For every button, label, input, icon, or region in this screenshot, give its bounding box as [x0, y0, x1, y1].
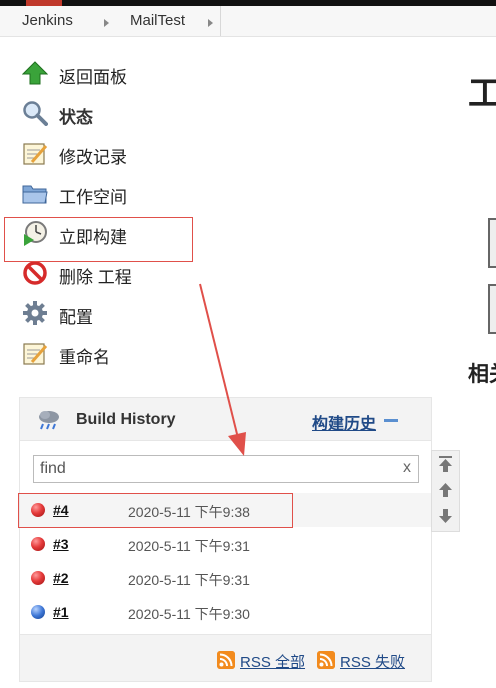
rss-all-label[interactable]: RSS 全部 [240, 651, 305, 672]
breadcrumb-divider [220, 6, 221, 36]
build-history-list: x #4 2020-5-11 下午9:38 #3 2020-5-11 下午9:3… [20, 440, 431, 635]
build-time: 2020-5-11 下午9:30 [128, 606, 250, 622]
sidebar-item-label: 修改记录 [59, 148, 127, 167]
sidebar-item-workspace[interactable]: 工作空间 [22, 180, 222, 208]
failed-status-ball-icon[interactable] [31, 571, 45, 585]
build-search-input[interactable] [40, 459, 390, 479]
up-arrow-icon [22, 61, 48, 85]
build-history-scroll-controls [431, 450, 460, 532]
breadcrumb: Jenkins MailTest [0, 6, 496, 37]
breadcrumb-jenkins[interactable]: Jenkins [22, 12, 73, 29]
rss-feed-icon [317, 651, 335, 669]
notepad-icon [23, 143, 48, 165]
failed-status-ball-icon[interactable] [31, 537, 45, 551]
build-row: #3 2020-5-11 下午9:31 [20, 527, 431, 561]
rss-all-link[interactable]: RSS 全部 [217, 650, 313, 672]
build-trend-link[interactable]: 构建历史 [312, 410, 376, 434]
rss-failed-link[interactable]: RSS 失败 [317, 650, 417, 672]
annotation-arrow [199, 283, 246, 456]
build-row: #1 2020-5-11 下午9:30 [20, 595, 431, 629]
build-weather-icon [39, 411, 59, 430]
build-history-title: Build History [76, 411, 176, 428]
no-entry-icon [23, 261, 47, 285]
scroll-to-top-icon[interactable] [438, 455, 453, 473]
build-number-link[interactable]: #3 [53, 536, 69, 552]
magnifier-icon [23, 101, 48, 126]
sidebar-item-label: 配置 [59, 308, 93, 327]
scroll-down-icon[interactable] [438, 507, 453, 525]
build-time: 2020-5-11 下午9:31 [128, 572, 250, 588]
sidebar-item-back-to-dashboard[interactable]: 返回面板 [22, 60, 222, 88]
search-clear-icon[interactable]: x [403, 459, 411, 477]
sidebar-item-label: 重命名 [59, 348, 110, 367]
rss-feed-icon [217, 651, 235, 669]
section-heading: 相关 [468, 363, 496, 386]
page-title: 工 [468, 75, 496, 113]
breadcrumb-chevron-icon[interactable] [208, 19, 213, 27]
sidebar-item-label: 工作空间 [59, 188, 127, 207]
annotation-box-latest-build [18, 493, 293, 528]
sidebar-item-label: 返回面板 [59, 68, 127, 87]
sidebar-item-label: 删除 工程 [59, 268, 132, 287]
build-number-link[interactable]: #2 [53, 570, 69, 586]
build-row: #2 2020-5-11 下午9:31 [20, 561, 431, 595]
build-number-link[interactable]: #1 [53, 604, 69, 620]
notepad-icon [23, 343, 48, 365]
document-icon [488, 218, 496, 268]
sidebar-item-label: 状态 [59, 108, 93, 127]
folder-icon [22, 185, 48, 204]
sidebar-item-status[interactable]: 状态 [22, 100, 222, 128]
success-status-ball-icon[interactable] [31, 605, 45, 619]
document-icon [488, 284, 496, 334]
scroll-up-icon[interactable] [438, 481, 453, 499]
build-time: 2020-5-11 下午9:31 [128, 538, 250, 554]
collapse-minus-icon[interactable] [384, 419, 398, 422]
breadcrumb-chevron-icon[interactable] [104, 19, 109, 27]
breadcrumb-mailtest[interactable]: MailTest [130, 12, 185, 29]
sidebar-item-changes[interactable]: 修改记录 [22, 140, 222, 168]
annotation-box-build-now [4, 217, 193, 262]
gear-icon [23, 301, 47, 325]
rss-failed-label[interactable]: RSS 失败 [340, 651, 405, 672]
